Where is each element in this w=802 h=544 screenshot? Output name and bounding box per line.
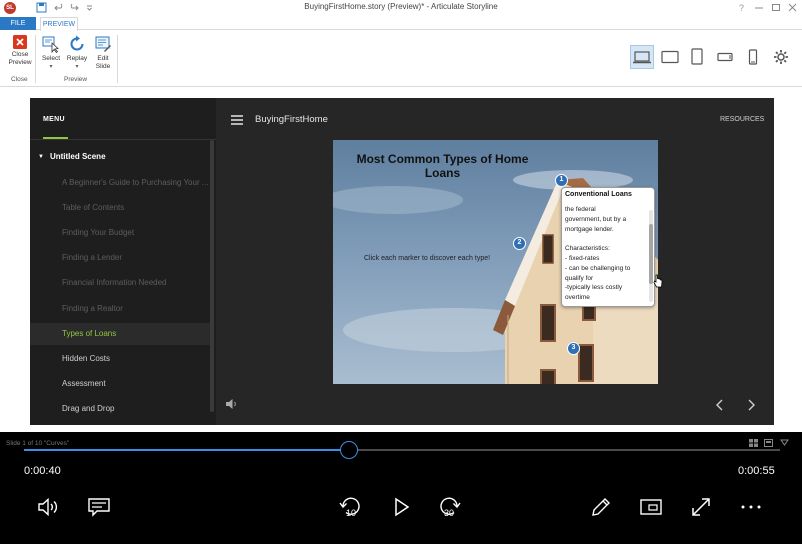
volume-icon[interactable]: [36, 494, 62, 520]
menu-item[interactable]: Finding a Lender: [62, 253, 210, 262]
close-preview-label-1: Close: [11, 51, 29, 58]
tablet-landscape-icon[interactable]: [658, 45, 682, 69]
forward-30-icon[interactable]: 30: [437, 494, 463, 520]
seek-progress: [24, 449, 349, 451]
scene-item[interactable]: ▼ Untitled Scene: [38, 152, 106, 161]
replay-label: Replay: [66, 55, 88, 62]
hotspot-marker-1[interactable]: 1: [555, 174, 568, 187]
slide-title: Most Common Types of Home Loans: [356, 152, 529, 180]
menu-item[interactable]: Table of Contents: [62, 203, 210, 212]
marker-callout: Conventional Loans the federal governmen…: [561, 187, 655, 307]
tablet-portrait-icon[interactable]: [685, 45, 709, 69]
ribbon-group-preview: Preview: [64, 76, 88, 83]
ribbon-tab-row: [0, 17, 802, 30]
replay-dropdown-icon[interactable]: ▾: [65, 63, 89, 71]
phone-portrait-icon[interactable]: [741, 45, 765, 69]
seek-handle[interactable]: [340, 441, 358, 459]
ribbon-separator: [117, 35, 118, 83]
previous-slide-icon[interactable]: [714, 398, 726, 412]
svg-text:?: ?: [739, 3, 744, 13]
ribbon-separator: [35, 35, 36, 83]
slide-instruction: Click each marker to discover each type!: [364, 255, 491, 262]
close-window-icon[interactable]: [786, 1, 800, 14]
select-slides-icon: [42, 35, 60, 53]
menu-item[interactable]: Assessment: [62, 379, 210, 388]
window-title-bar: SL BuyingFirstHome.story (Preview)* - Ar…: [0, 0, 802, 17]
minimize-icon[interactable]: [752, 1, 766, 14]
scene-title: Untitled Scene: [49, 152, 106, 161]
close-preview-icon: [13, 35, 27, 49]
edit-slide-button[interactable]: Edit Slide: [91, 35, 115, 71]
hotspot-marker-2[interactable]: 2: [513, 237, 526, 250]
fullscreen-icon[interactable]: [688, 494, 714, 520]
select-button[interactable]: Select ▾: [40, 35, 62, 71]
select-label: Select: [41, 55, 61, 62]
edit-slide-label-1: Edit: [97, 55, 109, 62]
collapse-panel-icon[interactable]: [780, 439, 789, 447]
current-time: 0:00:40: [24, 465, 61, 477]
rewind-10-icon[interactable]: 10: [337, 494, 363, 520]
callout-heading: Conventional Loans: [565, 191, 632, 198]
next-slide-icon[interactable]: [745, 398, 757, 412]
replay-button[interactable]: Replay ▾: [65, 35, 89, 71]
hand-cursor-icon: [653, 274, 663, 288]
edit-slide-icon: [94, 35, 112, 53]
resources-tab[interactable]: RESOURCES: [720, 116, 764, 123]
tab-preview[interactable]: PREVIEW: [40, 17, 78, 31]
menu-tab[interactable]: MENU: [43, 116, 65, 123]
rewind-10-label: 10: [346, 508, 356, 518]
slide-view-icon[interactable]: [764, 439, 773, 447]
phone-landscape-icon[interactable]: [713, 45, 737, 69]
pen-icon[interactable]: [588, 494, 614, 520]
menu-item[interactable]: Finding Your Budget: [62, 228, 210, 237]
collapse-triangle-icon[interactable]: ▼: [38, 154, 44, 160]
select-dropdown-icon[interactable]: ▾: [40, 63, 62, 71]
menu-item[interactable]: Finding a Realtor: [62, 304, 210, 313]
callout-body: the federal government, but by a mortgag…: [565, 206, 631, 302]
menu-item[interactable]: Hidden Costs: [62, 354, 210, 363]
close-preview-label-2: Preview: [8, 59, 32, 66]
gear-icon[interactable]: [769, 45, 793, 69]
tab-file[interactable]: FILE: [0, 17, 36, 30]
captions-icon[interactable]: [86, 494, 112, 520]
grid-view-icon[interactable]: [749, 439, 758, 447]
menu-item-current[interactable]: Types of Loans: [62, 329, 210, 338]
window-title: BuyingFirstHome.story (Preview)* - Artic…: [304, 2, 498, 11]
hotspot-marker-3[interactable]: 3: [567, 342, 580, 355]
replay-icon: [68, 35, 86, 53]
menu-item[interactable]: Financial Information Needed: [62, 278, 210, 287]
help-icon[interactable]: ?: [735, 1, 749, 14]
maximize-icon[interactable]: [769, 1, 783, 14]
laptop-icon[interactable]: [630, 45, 654, 69]
course-title: BuyingFirstHome: [255, 114, 328, 125]
more-icon[interactable]: [738, 494, 764, 520]
edit-slide-label-2: Slide: [95, 63, 111, 70]
menu-item[interactable]: Drag and Drop: [62, 404, 210, 413]
total-time: 0:00:55: [738, 465, 775, 477]
menu-item[interactable]: A Beginner's Guide to Purchasing Your ..…: [62, 178, 210, 187]
cast-icon[interactable]: [638, 494, 664, 520]
ribbon-group-close: Close: [11, 76, 28, 83]
close-preview-button[interactable]: Close Preview: [6, 35, 34, 67]
menu-scrollbar[interactable]: [210, 140, 214, 412]
slide-counter: Slide 1 of 10 "Curves": [6, 440, 70, 447]
hamburger-menu-icon[interactable]: [231, 115, 243, 125]
player-volume-icon[interactable]: [225, 398, 239, 410]
sidebar-divider: [30, 139, 216, 140]
play-icon[interactable]: [388, 494, 414, 520]
forward-30-label: 30: [444, 508, 454, 518]
